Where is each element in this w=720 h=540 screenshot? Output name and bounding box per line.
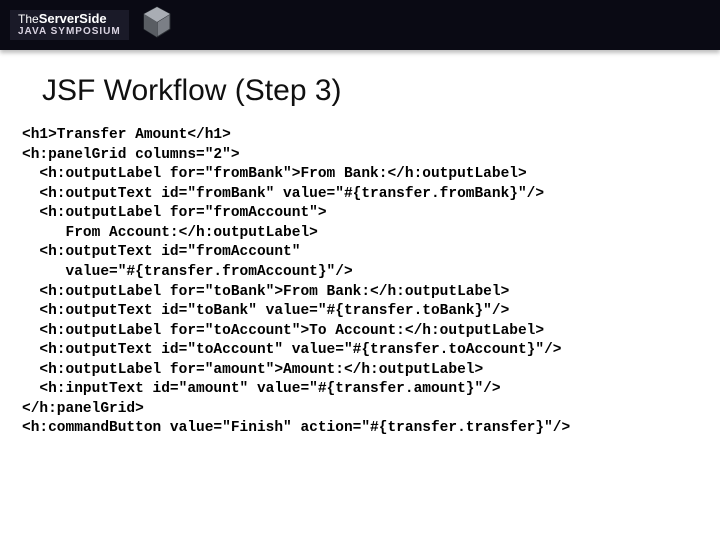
brand-serverside: ServerSide [39,11,107,26]
code-block: <h1>Transfer Amount</h1> <h:panelGrid co… [22,126,690,439]
slide-title: JSF Workflow (Step 3) [42,74,690,108]
brand-title: TheServerSide [18,12,121,26]
cube-icon [139,4,175,45]
brand-subtitle: JAVA SYMPOSIUM [18,26,121,37]
slide-body: JSF Workflow (Step 3) <h1>Transfer Amoun… [0,50,720,439]
slide-header: TheServerSide JAVA SYMPOSIUM [0,0,720,50]
brand-the: The [18,12,39,26]
brand-box: TheServerSide JAVA SYMPOSIUM [10,10,129,40]
